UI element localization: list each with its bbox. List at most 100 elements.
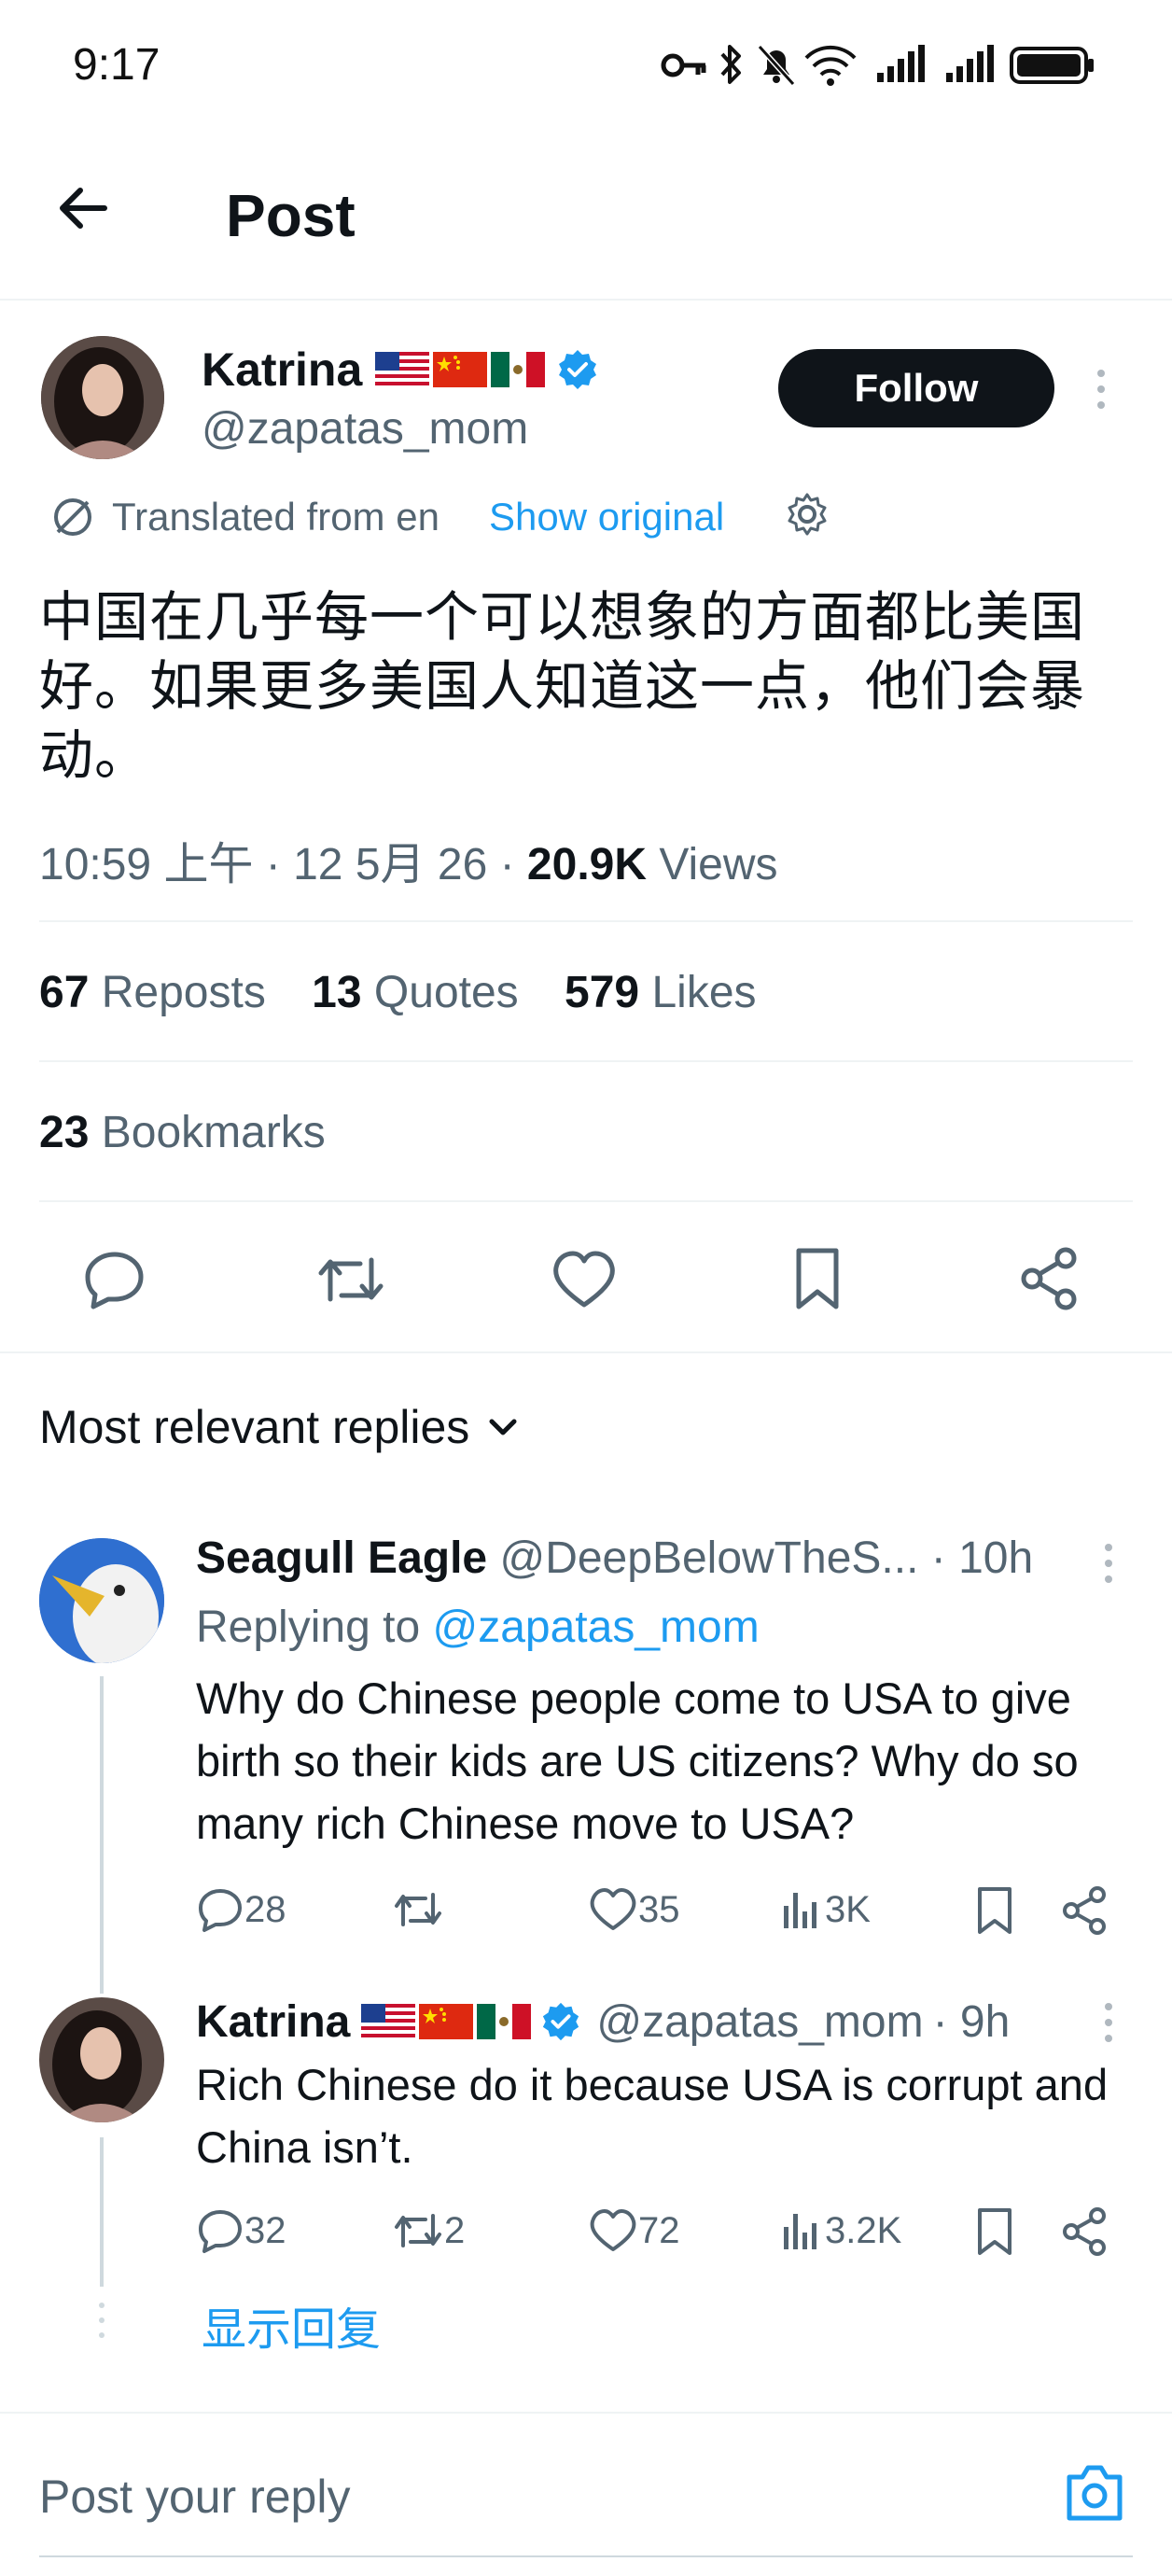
mexico-flag-icon	[491, 352, 546, 387]
author-handle[interactable]: @zapatas_mom	[202, 403, 528, 455]
reply-like-action[interactable]: 72	[588, 2206, 680, 2255]
divider	[39, 1060, 1133, 1062]
section-divider	[0, 2412, 1172, 2414]
bookmarks-count: 23	[39, 1108, 90, 1157]
divider	[39, 1200, 1133, 1202]
reply-like-count: 72	[638, 2209, 680, 2251]
compose-underline	[39, 2555, 1133, 2557]
mexico-flag-icon	[477, 2004, 532, 2039]
usa-flag-icon	[375, 352, 430, 387]
reply-comment-action[interactable]: 28	[196, 1885, 286, 1934]
reply-like-action[interactable]: 35	[588, 1885, 680, 1934]
likes-label: Likes	[651, 968, 757, 1017]
reply-views-count: 3.2K	[825, 2209, 902, 2251]
reply-comment-count: 28	[244, 1888, 286, 1930]
bookmark-icon[interactable]	[974, 2206, 1015, 2257]
status-bar: 9:17	[0, 0, 1172, 131]
repost-icon	[395, 1893, 441, 1926]
back-arrow-icon[interactable]	[54, 179, 112, 237]
avatar[interactable]	[39, 1538, 164, 1663]
mute-bell-icon	[756, 41, 797, 88]
replies-sort-label: Most relevant replies	[39, 1401, 470, 1453]
likes-stat[interactable]: 579 Likes	[565, 968, 757, 1017]
signal-2-icon	[944, 43, 995, 84]
reply-repost-action[interactable]: 2	[392, 2206, 465, 2255]
key-icon	[661, 47, 707, 84]
reply-repost-action[interactable]	[392, 1885, 444, 1934]
replying-to-handle[interactable]: @zapatas_mom	[432, 1603, 759, 1652]
avatar[interactable]	[41, 336, 164, 459]
battery-icon	[1010, 47, 1095, 84]
views-chart-icon	[784, 2214, 816, 2249]
share-icon[interactable]	[1060, 2206, 1110, 2257]
follow-button-label: Follow	[854, 366, 979, 410]
tweet-meta: 10:59 上午 · 12 5月 26 · 20.9K Views	[39, 827, 778, 892]
reply-icon	[199, 1889, 242, 1932]
reposts-label: Reposts	[101, 968, 266, 1017]
reply-text: Rich Chinese do it because USA is corrup…	[196, 2060, 1109, 2172]
quotes-label: Quotes	[373, 968, 519, 1017]
bluetooth-icon	[717, 41, 745, 88]
reply-compose-input[interactable]: Post your reply	[0, 2417, 1172, 2576]
bookmarks-stat[interactable]: 23 Bookmarks	[39, 1107, 326, 1158]
author-name[interactable]: Katrina	[202, 343, 362, 397]
bookmark-icon[interactable]	[974, 1885, 1015, 1936]
reply-views-action[interactable]: 3.2K	[780, 2206, 901, 2255]
reply-author-handle[interactable]: @DeepBelowTheS...	[499, 1533, 918, 1583]
bookmark-icon[interactable]	[789, 1245, 845, 1312]
quotes-count: 13	[312, 968, 362, 1017]
camera-icon[interactable]	[1062, 2460, 1127, 2526]
tweet-text: 中国在几乎每一个可以想象的方面都比美国好。如果更多美国人知道这一点，他们会暴动。	[39, 585, 1086, 787]
header-divider	[0, 299, 1172, 301]
avatar[interactable]	[39, 1997, 164, 2122]
follow-button[interactable]: Follow	[778, 349, 1054, 427]
reply-comment-action[interactable]: 32	[196, 2206, 286, 2255]
share-icon[interactable]	[1017, 1245, 1082, 1312]
stats-row: 67 Reposts 13 Quotes 579 Likes	[39, 967, 757, 1018]
reply-header: Seagull Eagle @DeepBelowTheS... · 10h	[196, 1533, 1033, 1584]
like-icon	[590, 2209, 636, 2251]
reply-repost-count: 2	[444, 2209, 466, 2251]
page-title: Post	[226, 182, 356, 249]
share-icon[interactable]	[1060, 1885, 1110, 1936]
reply-icon[interactable]	[82, 1247, 147, 1312]
reposts-count: 67	[39, 968, 90, 1017]
like-icon[interactable]	[551, 1247, 618, 1312]
reply-time[interactable]: · 9h	[933, 1996, 1011, 2048]
usa-flag-icon	[361, 2004, 416, 2039]
quotes-stat[interactable]: 13 Quotes	[312, 968, 519, 1017]
more-options-icon[interactable]	[1099, 1999, 1118, 2046]
reply-views-action[interactable]: 3K	[780, 1885, 871, 1934]
repost-icon	[395, 2214, 441, 2247]
section-divider	[0, 1351, 1172, 1353]
reply-time[interactable]: · 10h	[931, 1533, 1033, 1583]
author-name-row: Katrina	[202, 343, 599, 396]
translate-icon	[49, 493, 97, 541]
gear-icon[interactable]	[784, 491, 830, 538]
translated-label: Translated from en	[112, 495, 440, 539]
reply-author-handle[interactable]: @zapatas_mom	[596, 1996, 923, 2048]
show-replies-link[interactable]: 显示回复	[202, 2292, 381, 2358]
reposts-stat[interactable]: 67 Reposts	[39, 968, 266, 1017]
tweet-timestamp[interactable]: 10:59 上午 · 12 5月 26 ·	[39, 840, 527, 889]
reply-compose-placeholder: Post your reply	[39, 2471, 351, 2523]
status-time: 9:17	[73, 40, 160, 90]
views-label: Views	[647, 840, 778, 889]
thread-line	[100, 2137, 104, 2287]
reply-author-name[interactable]: Seagull Eagle	[196, 1533, 487, 1583]
more-options-icon[interactable]	[1092, 366, 1110, 413]
more-options-icon[interactable]	[1099, 1540, 1118, 1587]
replies-sort-dropdown[interactable]: Most relevant replies	[39, 1400, 522, 1454]
china-flag-icon	[433, 352, 488, 387]
reply-header: Katrina @zapatas_mom · 9h	[196, 1994, 1010, 2050]
reply-like-count: 35	[638, 1888, 680, 1930]
reply-text: Why do Chinese people come to USA to giv…	[196, 1673, 1079, 1848]
signal-1-icon	[875, 43, 926, 84]
verified-badge-icon	[540, 2001, 581, 2042]
bookmarks-label: Bookmarks	[101, 1108, 326, 1157]
reply-author-name[interactable]: Katrina	[196, 1996, 350, 2048]
show-original-link[interactable]: Show original	[489, 495, 724, 539]
repost-icon[interactable]	[314, 1247, 388, 1312]
reply-icon	[199, 2210, 242, 2253]
views-chart-icon	[784, 1893, 816, 1928]
